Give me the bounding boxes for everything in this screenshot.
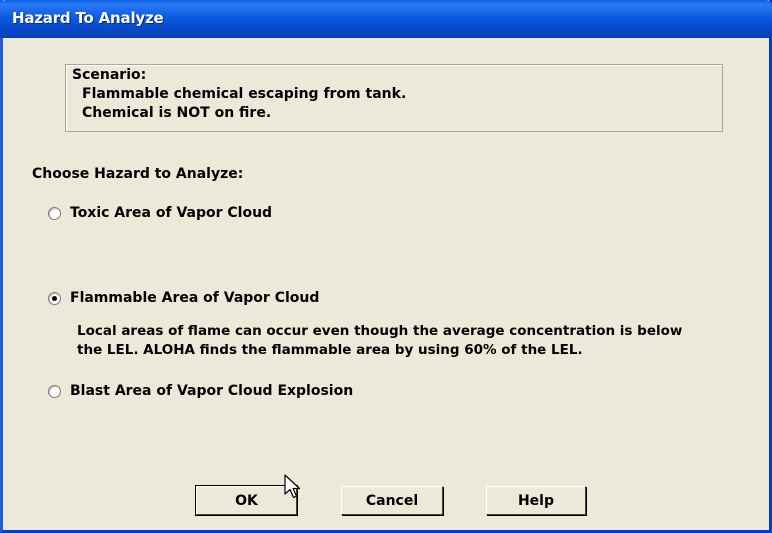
title-bar[interactable]: Hazard To Analyze [0, 0, 772, 38]
radio-button-icon[interactable] [48, 384, 61, 398]
scenario-panel: Scenario: Flammable chemical escaping fr… [65, 64, 723, 132]
option-label-blast: Blast Area of Vapor Cloud Explosion [70, 383, 354, 399]
scenario-line-1: Flammable chemical escaping from tank. [82, 86, 407, 102]
scenario-line-2: Chemical is NOT on fire. [82, 105, 272, 121]
scenario-heading: Scenario: [72, 67, 147, 83]
window-title: Hazard To Analyze [12, 9, 164, 27]
flammable-description-line-1: Local areas of flame can occur even thou… [77, 323, 683, 339]
cancel-button[interactable]: Cancel [341, 486, 443, 515]
arrow-cursor-icon [284, 474, 301, 499]
hazard-prompt: Choose Hazard to Analyze: [32, 166, 244, 182]
flammable-description-line-2: the LEL. ALOHA finds the flammable area … [77, 342, 583, 358]
radio-toxic-area[interactable]: Toxic Area of Vapor Cloud [48, 205, 272, 221]
radio-blast-area[interactable]: Blast Area of Vapor Cloud Explosion [48, 383, 353, 399]
option-label-flammable: Flammable Area of Vapor Cloud [70, 290, 320, 306]
option-label-toxic: Toxic Area of Vapor Cloud [70, 205, 273, 221]
radio-button-icon[interactable] [48, 206, 61, 220]
ok-button[interactable]: OK [195, 485, 298, 516]
radio-flammable-area[interactable]: Flammable Area of Vapor Cloud [48, 290, 319, 306]
radio-button-selected-icon[interactable] [48, 291, 61, 305]
help-button[interactable]: Help [486, 486, 586, 515]
dialog-window: Hazard To Analyze Scenario: Flammable ch… [0, 0, 772, 533]
radio-dot-icon [52, 295, 57, 301]
